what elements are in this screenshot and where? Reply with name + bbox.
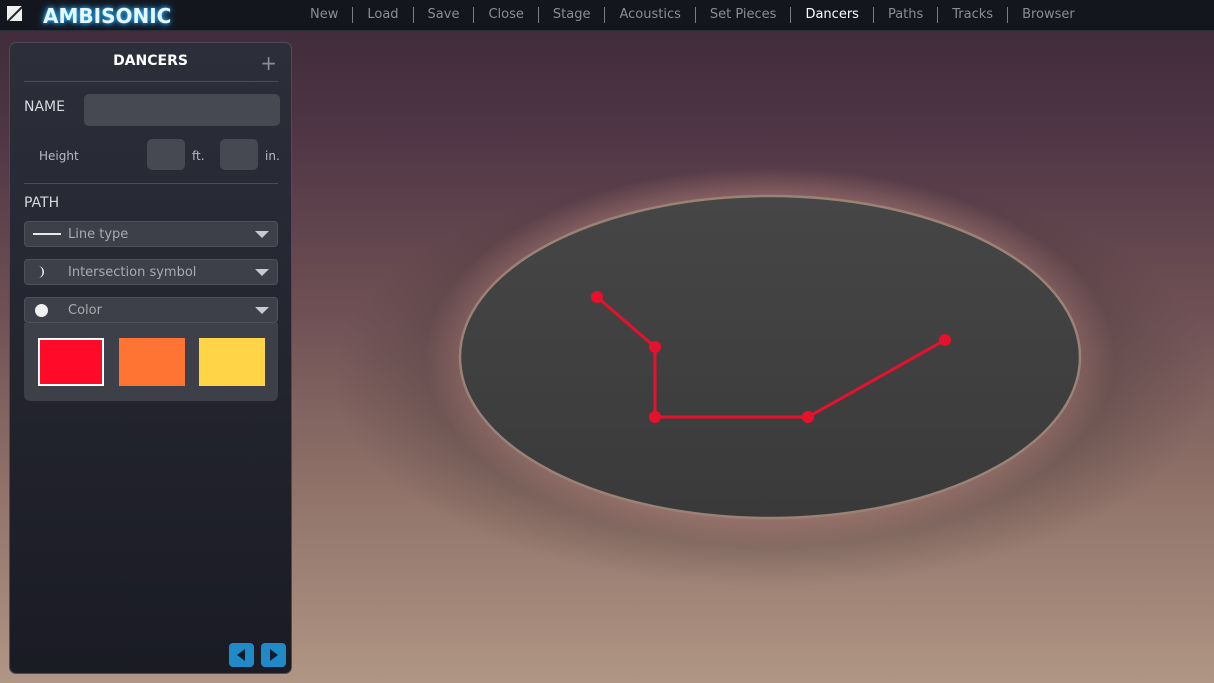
path-label: PATH	[24, 195, 60, 211]
intersection-symbol-dropdown[interactable]: Intersection symbol	[24, 259, 278, 285]
line-icon	[33, 222, 61, 246]
color-dropdown[interactable]: Color	[24, 297, 278, 323]
height-label: Height	[39, 149, 79, 163]
chevron-down-icon	[255, 307, 269, 314]
divider	[24, 81, 278, 82]
next-button[interactable]	[261, 643, 286, 667]
inches-unit: in.	[265, 149, 280, 163]
inches-input[interactable]	[220, 139, 258, 170]
plus-icon[interactable]: +	[260, 51, 277, 75]
color-swatch-orange[interactable]	[119, 338, 185, 386]
color-swatch-panel	[24, 323, 278, 401]
chevron-down-icon	[255, 269, 269, 276]
color-swatch-red[interactable]	[38, 338, 104, 386]
path-point[interactable]	[649, 411, 661, 423]
name-label: NAME	[24, 99, 65, 115]
color-label: Color	[68, 303, 102, 318]
crescent-icon	[33, 260, 47, 284]
chevron-down-icon	[255, 231, 269, 238]
name-input[interactable]	[84, 94, 280, 126]
circle-icon	[33, 298, 48, 322]
feet-input[interactable]	[147, 139, 185, 170]
dancers-panel: DANCERS + NAME Height ft. in. PATH Line …	[9, 42, 292, 674]
line-type-dropdown[interactable]: Line type	[24, 221, 278, 247]
panel-title: DANCERS	[113, 53, 188, 69]
divider	[24, 183, 278, 184]
arrow-right-icon	[270, 649, 278, 661]
line-type-label: Line type	[68, 227, 129, 242]
path-point[interactable]	[802, 411, 814, 423]
stage-floor[interactable]	[458, 194, 1082, 520]
feet-unit: ft.	[192, 149, 205, 163]
path-point[interactable]	[591, 291, 603, 303]
previous-button[interactable]	[229, 643, 254, 667]
path-point[interactable]	[939, 334, 951, 346]
color-swatch-yellow[interactable]	[199, 338, 265, 386]
arrow-left-icon	[237, 649, 245, 661]
path-point[interactable]	[649, 341, 661, 353]
intersection-symbol-label: Intersection symbol	[68, 265, 197, 280]
